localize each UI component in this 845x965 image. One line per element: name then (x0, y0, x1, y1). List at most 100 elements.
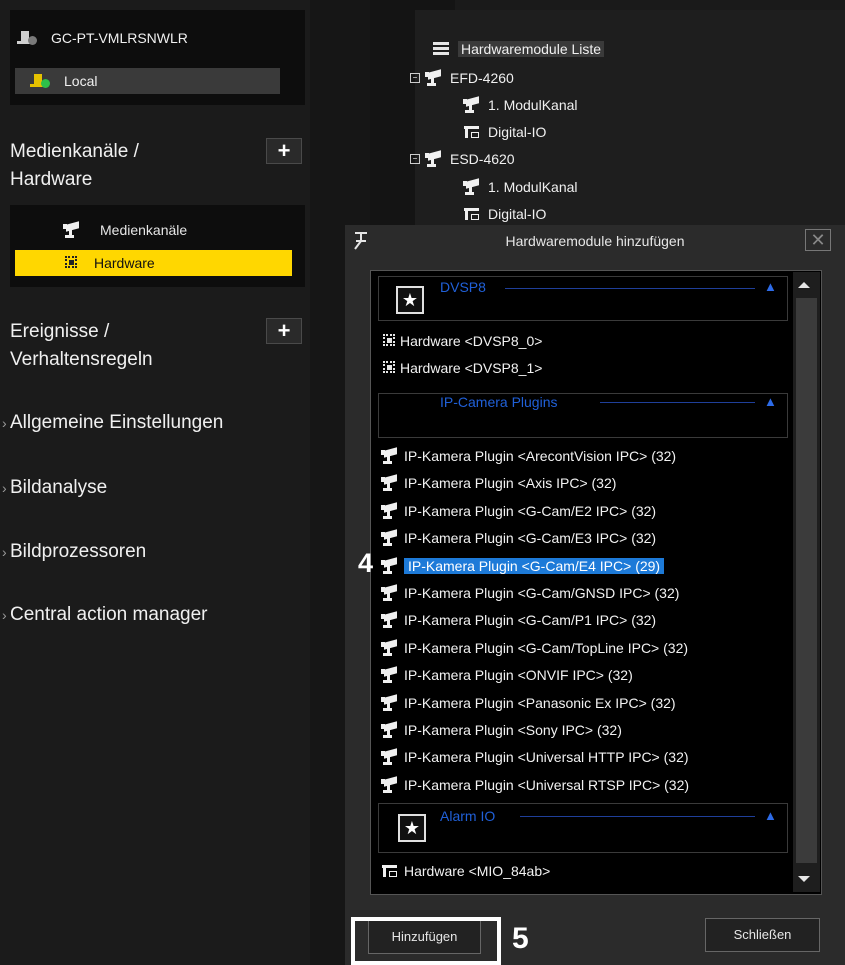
list-item-label: IP-Kamera Plugin <ONVIF IPC> (32) (404, 667, 633, 683)
list-item[interactable]: IP-Kamera Plugin <ArecontVision IPC> (32… (380, 445, 676, 467)
digital-io-icon (380, 862, 400, 880)
camera-icon (462, 178, 482, 196)
server-name: GC-PT-VMLRSNWLR (51, 30, 188, 46)
list-item-label: Hardware <DVSP8_1> (400, 360, 543, 376)
star-icon: ★ (398, 814, 426, 842)
camera-icon (380, 776, 400, 794)
camera-icon (380, 502, 400, 520)
camera-icon (380, 748, 400, 766)
sidebar-item-hardware[interactable]: Hardware (15, 250, 292, 276)
list-item-label: Hardware <MIO_84ab> (404, 863, 551, 879)
star-icon: ★ (396, 286, 424, 314)
server-item-remote[interactable]: GC-PT-VMLRSNWLR (15, 25, 188, 51)
list-item[interactable]: Hardware <DVSP8_1> (380, 357, 542, 379)
camera-icon (462, 96, 482, 114)
section-image-processors[interactable]: › Bildprozessoren (2, 538, 146, 566)
tree-label: Digital-IO (488, 124, 547, 140)
add-media-button[interactable]: + (266, 138, 302, 164)
pin-icon[interactable] (352, 231, 370, 251)
list-item[interactable]: IP-Kamera Plugin <Axis IPC> (32) (380, 472, 616, 494)
section-image-analysis[interactable]: › Bildanalyse (2, 474, 107, 502)
collapse-icon[interactable]: − (410, 154, 420, 164)
tree-label: ESD-4620 (450, 151, 515, 167)
list-item[interactable]: Hardware <MIO_84ab> (380, 860, 550, 882)
list-item[interactable]: IP-Kamera Plugin <G-Cam/E2 IPC> (32) (380, 500, 656, 522)
section-label-line1: Medienkanäle / (10, 141, 139, 162)
list-item[interactable]: IP-Kamera Plugin <G-Cam/P1 IPC> (32) (380, 609, 656, 631)
tree-channel[interactable]: 1. ModulKanal (462, 94, 578, 116)
camera-icon (380, 584, 400, 602)
section-label: Allgemeine Einstellungen (10, 412, 224, 433)
camera-icon (62, 221, 84, 239)
list-item[interactable]: IP-Kamera Plugin <Panasonic Ex IPC> (32) (380, 692, 676, 714)
tree-label: EFD-4260 (450, 70, 514, 86)
sidebar-item-label: Medienkanäle (100, 222, 188, 238)
camera-icon (380, 666, 400, 684)
scroll-down-icon[interactable] (798, 876, 810, 882)
section-label: Bildprozessoren (10, 541, 147, 562)
scroll-thumb[interactable] (796, 298, 817, 863)
chip-icon (380, 359, 398, 377)
sidebar-item-media-channels[interactable]: Medienkanäle (62, 217, 187, 243)
digital-io-icon (462, 205, 482, 223)
list-item-label: IP-Kamera Plugin <Axis IPC> (32) (404, 475, 617, 491)
step-marker-5: 5 (512, 922, 529, 955)
section-label-line1: Ereignisse / (10, 321, 110, 342)
camera-icon (380, 529, 400, 547)
section-media-hardware[interactable]: Medienkanäle / Hardware (2, 138, 139, 194)
tree-label: Digital-IO (488, 206, 547, 222)
close-icon[interactable]: ✕ (805, 229, 831, 251)
list-item[interactable]: IP-Kamera Plugin <Sony IPC> (32) (380, 719, 622, 741)
tree-digital-io[interactable]: Digital-IO (462, 121, 546, 143)
list-item[interactable]: IP-Kamera Plugin <Universal RTSP IPC> (3… (380, 774, 689, 796)
camera-icon (424, 69, 444, 87)
list-item-label: Hardware <DVSP8_0> (400, 333, 543, 349)
list-item-label: IP-Kamera Plugin <G-Cam/P1 IPC> (32) (404, 612, 657, 628)
tree-label: 1. ModulKanal (488, 97, 578, 113)
list-item[interactable]: Hardware <DVSP8_0> (380, 330, 542, 352)
add-event-button[interactable]: + (266, 318, 302, 344)
server-name: Local (64, 73, 98, 89)
group-title: Alarm IO (440, 808, 496, 824)
list-item-selected[interactable]: IP-Kamera Plugin <G-Cam/E4 IPC> (29) (380, 555, 665, 577)
section-label-line2: Verhaltensregeln (10, 349, 153, 370)
list-item[interactable]: IP-Kamera Plugin <ONVIF IPC> (32) (380, 664, 633, 686)
close-button[interactable]: Schließen (705, 918, 820, 952)
chip-icon (62, 254, 82, 272)
list-item[interactable]: IP-Kamera Plugin <G-Cam/TopLine IPC> (32… (380, 637, 688, 659)
tree-module-efd[interactable]: − EFD-4260 (410, 67, 514, 89)
list-item-label: IP-Kamera Plugin <Universal HTTP IPC> (3… (404, 749, 689, 765)
camera-icon (380, 474, 400, 492)
list-item[interactable]: IP-Kamera Plugin <G-Cam/E3 IPC> (32) (380, 527, 656, 549)
section-label: Central action manager (10, 604, 208, 625)
server-disconnected-icon (15, 29, 39, 47)
scroll-up-icon[interactable] (798, 282, 810, 288)
section-label: Bildanalyse (10, 477, 108, 498)
tree-module-esd[interactable]: − ESD-4620 (410, 148, 515, 170)
camera-icon (380, 557, 400, 575)
list-item[interactable]: IP-Kamera Plugin <Universal HTTP IPC> (3… (380, 746, 689, 768)
collapse-icon[interactable]: − (410, 73, 420, 83)
list-item-label: IP-Kamera Plugin <Universal RTSP IPC> (3… (404, 777, 690, 793)
list-item-label: IP-Kamera Plugin <G-Cam/E4 IPC> (29) (404, 558, 665, 574)
tree-digital-io[interactable]: Digital-IO (462, 203, 546, 225)
section-events[interactable]: Ereignisse / Verhaltensregeln (2, 318, 153, 374)
tree-label: 1. ModulKanal (488, 179, 578, 195)
collapse-caret-icon[interactable]: ▲ (764, 394, 777, 409)
server-connected-icon (28, 72, 52, 90)
server-item-local[interactable]: Local (15, 68, 280, 94)
step-marker-4: 4 (358, 548, 374, 578)
section-general-settings[interactable]: › Allgemeine Einstellungen (2, 409, 223, 437)
section-central-action-manager[interactable]: › Central action manager (2, 601, 208, 629)
camera-icon (380, 611, 400, 629)
chip-icon (380, 332, 398, 350)
group-title: DVSP8 (440, 279, 486, 295)
collapse-caret-icon[interactable]: ▲ (764, 279, 777, 294)
tree-channel[interactable]: 1. ModulKanal (462, 176, 578, 198)
list-item[interactable]: IP-Kamera Plugin <G-Cam/GNSD IPC> (32) (380, 582, 679, 604)
collapse-caret-icon[interactable]: ▲ (764, 808, 777, 823)
list-item-label: IP-Kamera Plugin <Panasonic Ex IPC> (32) (404, 695, 676, 711)
highlight-frame (351, 917, 501, 965)
tree-root[interactable]: Hardwaremodule Liste (432, 38, 605, 60)
list-item-label: IP-Kamera Plugin <G-Cam/GNSD IPC> (32) (404, 585, 680, 601)
